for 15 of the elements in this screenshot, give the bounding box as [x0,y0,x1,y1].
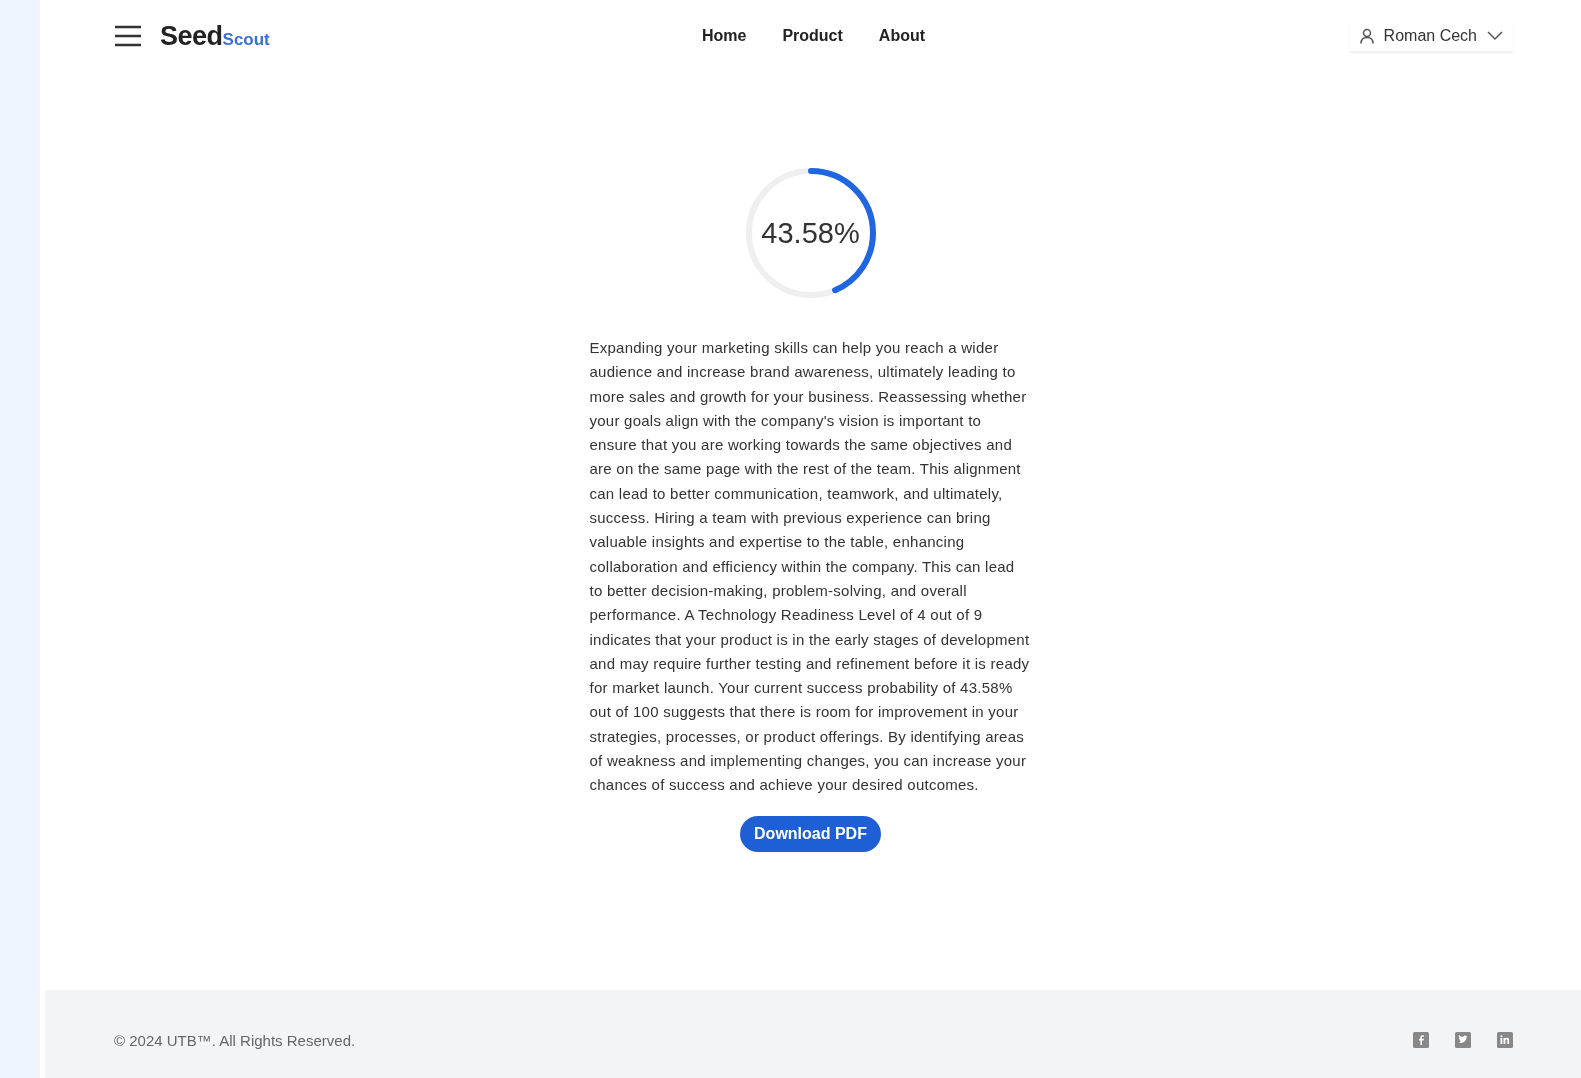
nav-link[interactable]: Product [782,27,843,45]
user-menu[interactable]: Roman Cech [1349,21,1513,51]
logo[interactable]: SeedScout [160,20,270,52]
result-description: Expanding your marketing skills can help you reach a wider audience and increase brand awareness, ultimately leading to more sales and growth for your business. Reassessing whether your goals align with the company's vision is important to ensure that you are working towards the same objectives and are on the same page with the rest of the team. This alignment can lead to better communication, teamwork, and ultimately, success. Hiring a team with previous experience can bring valuable insights and expertise to the table, enhancing collaboration and efficiency within the company. This can lead to better decision-making, problem-solving, and overall performance. A Technology Readiness Level of 4 out of 9 indicates that your product is in the early stages of development and may require further testing and refinement before it is ready for market launch. Your current success probability of 43.58% out of 100 suggests that there is room for improvement in your strategies, processes, or product offerings. By identifying areas of weakness and implementing changes, you can increase your chances of success and achieve your desired outcomes. [589,338,1031,796]
copyright-text: © 2024 UTB™. All Rights Reserved. [114,1031,357,1049]
menu-icon[interactable] [114,24,142,48]
download-button[interactable]: Download PDF [740,815,881,852]
progress-value: 43.58% [761,216,860,250]
chevron-down-icon [1487,31,1503,41]
linkedin-icon[interactable] [1497,1032,1513,1048]
user-icon [1359,28,1374,44]
twitter-icon[interactable] [1455,1032,1471,1048]
nav-link[interactable]: About [878,27,926,45]
facebook-icon[interactable] [1413,1032,1429,1048]
nav-link[interactable]: Home [701,27,747,45]
